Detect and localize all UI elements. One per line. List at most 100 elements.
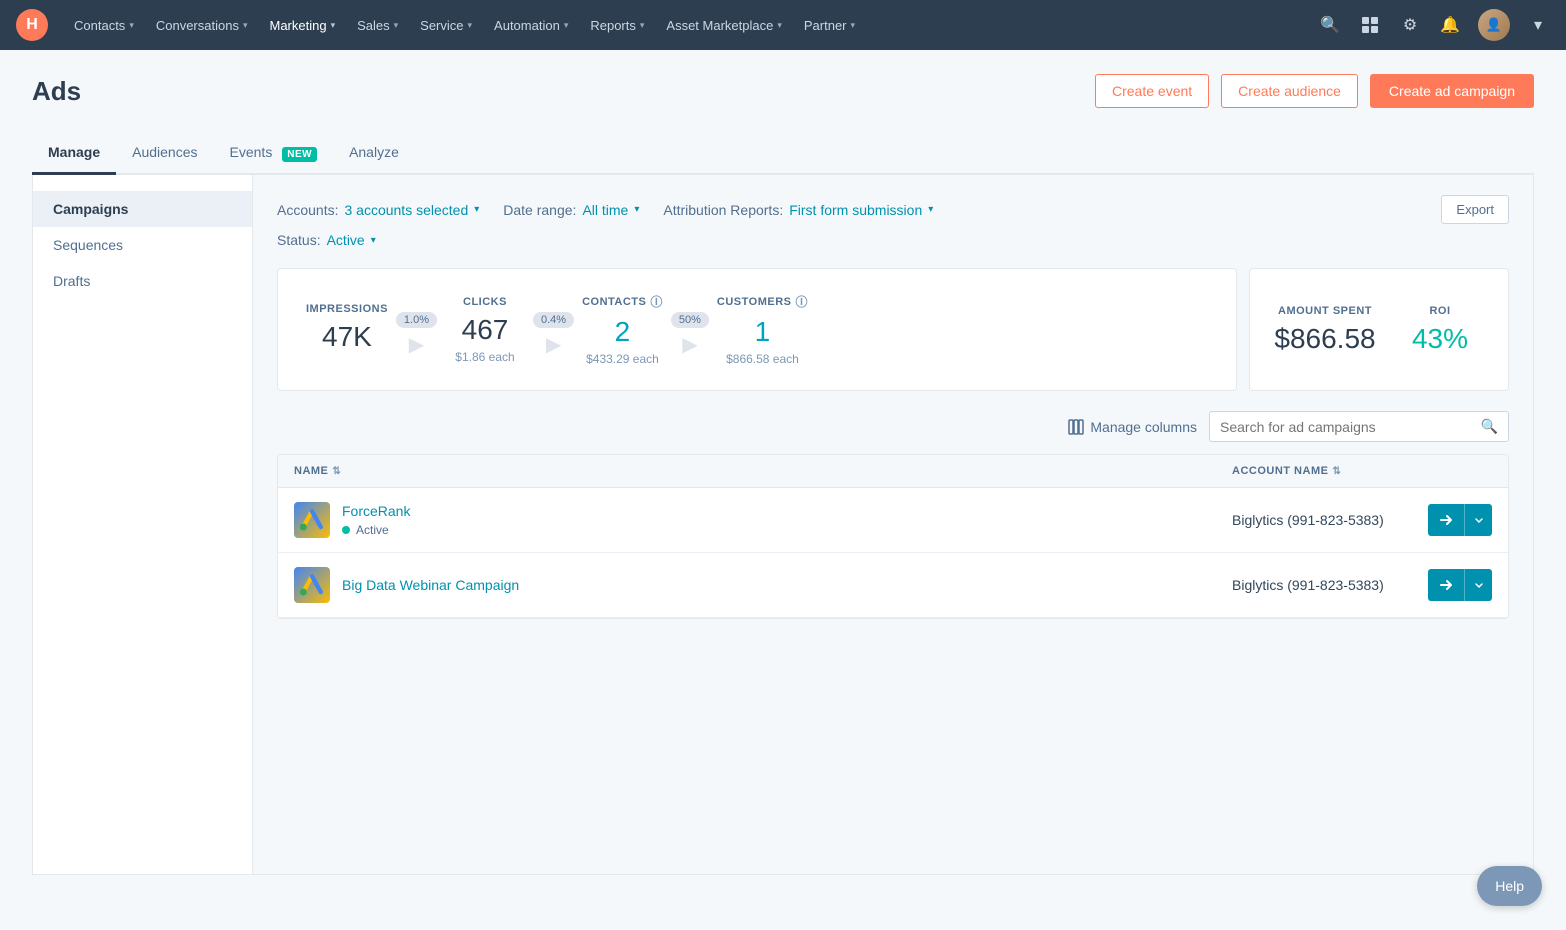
campaign-name-link[interactable]: ForceRank xyxy=(342,503,410,519)
row-action-dropdown[interactable] xyxy=(1464,569,1492,601)
row-action-button[interactable] xyxy=(1428,569,1464,601)
customers-value: 1 xyxy=(755,316,771,348)
tab-analyze[interactable]: Analyze xyxy=(333,132,415,175)
hubspot-logo[interactable]: H xyxy=(16,9,48,41)
settings-icon[interactable]: ⚙ xyxy=(1398,13,1422,37)
create-event-button[interactable]: Create event xyxy=(1095,74,1209,108)
search-icon[interactable]: 🔍 xyxy=(1318,13,1342,37)
contacts-value: 2 xyxy=(615,316,631,348)
account-chevron-icon[interactable]: ▾ xyxy=(1526,13,1550,37)
create-audience-button[interactable]: Create audience xyxy=(1221,74,1358,108)
accounts-filter-chevron[interactable]: ▾ xyxy=(474,204,479,215)
campaign-status: Active xyxy=(342,523,410,537)
clicks-stat: CLICKS 467 $1.86 each xyxy=(445,296,525,364)
accounts-filter-value[interactable]: 3 accounts selected xyxy=(344,202,468,218)
top-navigation: H Contacts ▾ Conversations ▾ Marketing ▾… xyxy=(0,0,1566,50)
google-ads-icon xyxy=(294,502,330,538)
contacts-stat: CONTACTS ⓘ 2 $433.29 each xyxy=(582,293,663,366)
sidebar-item-sequences[interactable]: Sequences xyxy=(33,227,252,263)
campaigns-table: NAME ⇅ ACCOUNT NAME ⇅ xyxy=(277,454,1509,619)
contacts-info-icon[interactable]: ⓘ xyxy=(650,293,663,310)
nav-automation[interactable]: Automation ▾ xyxy=(486,12,576,39)
table-header: NAME ⇅ ACCOUNT NAME ⇅ xyxy=(278,455,1508,488)
sort-icon[interactable]: ⇅ xyxy=(332,466,341,477)
main-panel: Accounts: 3 accounts selected▾ Date rang… xyxy=(253,175,1533,874)
table-toolbar: Manage columns 🔍 xyxy=(277,411,1509,442)
tabs: Manage Audiences Events NEW Analyze xyxy=(32,132,1534,175)
conversion-rate-1: 1.0% xyxy=(396,312,437,328)
chevron-down-icon: ▾ xyxy=(634,204,639,215)
google-ads-icon xyxy=(294,567,330,603)
chevron-down-icon: ▾ xyxy=(777,20,782,31)
roi-stat: ROI 43% xyxy=(1400,305,1480,355)
sidebar-item-drafts[interactable]: Drafts xyxy=(33,263,252,299)
filters-row-1: Accounts: 3 accounts selected▾ Date rang… xyxy=(277,195,1509,224)
date-range-value[interactable]: All time xyxy=(582,202,628,218)
row-action-button[interactable] xyxy=(1428,504,1464,536)
chevron-down-icon: ▾ xyxy=(640,20,645,31)
customers-stat: CUSTOMERS ⓘ 1 $866.58 each xyxy=(717,293,808,366)
impressions-label: IMPRESSIONS xyxy=(306,303,388,315)
chevron-down-icon: ▾ xyxy=(129,20,134,31)
nav-contacts[interactable]: Contacts ▾ xyxy=(66,12,142,39)
chevron-down-icon: ▾ xyxy=(468,20,473,31)
user-avatar[interactable]: 👤 xyxy=(1478,9,1510,41)
search-input[interactable] xyxy=(1220,419,1473,435)
nav-reports[interactable]: Reports ▾ xyxy=(582,12,652,39)
roi-label: ROI xyxy=(1429,305,1450,317)
chevron-down-icon: ▾ xyxy=(243,20,248,31)
export-button[interactable]: Export xyxy=(1441,195,1509,224)
chevron-down-icon: ▾ xyxy=(331,20,336,31)
date-range-chevron[interactable]: ▾ xyxy=(634,204,639,215)
chevron-down-icon: ▾ xyxy=(371,235,376,246)
row-action-group xyxy=(1428,569,1492,601)
sidebar-item-campaigns[interactable]: Campaigns xyxy=(33,191,252,227)
row-action-dropdown[interactable] xyxy=(1464,504,1492,536)
stats-row: IMPRESSIONS 47K 1.0% ▶ CLICKS 467 $1.86 … xyxy=(277,268,1509,391)
th-account: ACCOUNT NAME ⇅ xyxy=(1232,465,1492,477)
attribution-chevron[interactable]: ▾ xyxy=(928,204,933,215)
clicks-value: 467 xyxy=(462,314,509,346)
tab-events[interactable]: Events NEW xyxy=(214,132,334,175)
status-filter-chevron[interactable]: ▾ xyxy=(371,235,376,246)
search-box: 🔍 xyxy=(1209,411,1509,442)
help-button[interactable]: Help xyxy=(1477,866,1542,906)
arrow-right-icon: ▶ xyxy=(409,332,424,357)
manage-columns-button[interactable]: Manage columns xyxy=(1068,419,1197,435)
nav-conversations[interactable]: Conversations ▾ xyxy=(148,12,256,39)
campaign-name-col: ForceRank Active xyxy=(294,502,1232,538)
nav-service[interactable]: Service ▾ xyxy=(412,12,480,39)
status-filter-value[interactable]: Active xyxy=(327,232,365,248)
date-range-filter: Date range: All time ▾ xyxy=(503,202,639,218)
impressions-stat: IMPRESSIONS 47K xyxy=(306,303,388,357)
status-filter-row: Status: Active ▾ xyxy=(277,232,1509,248)
campaign-name-col: Big Data Webinar Campaign xyxy=(294,567,1232,603)
status-dot-active xyxy=(342,526,350,534)
chevron-down-icon: ▾ xyxy=(474,204,479,215)
create-campaign-button[interactable]: Create ad campaign xyxy=(1370,74,1534,108)
nav-marketing[interactable]: Marketing ▾ xyxy=(261,12,343,39)
campaign-name-link[interactable]: Big Data Webinar Campaign xyxy=(342,577,519,593)
notifications-icon[interactable]: 🔔 xyxy=(1438,13,1462,37)
nav-asset-marketplace[interactable]: Asset Marketplace ▾ xyxy=(658,12,789,39)
sort-icon[interactable]: ⇅ xyxy=(1332,466,1341,477)
customers-info-icon[interactable]: ⓘ xyxy=(796,293,809,310)
campaign-info: Big Data Webinar Campaign xyxy=(342,577,519,593)
amount-spent-label: AMOUNT SPENT xyxy=(1278,305,1372,317)
sidebar: Campaigns Sequences Drafts xyxy=(33,175,253,874)
tab-audiences[interactable]: Audiences xyxy=(116,132,213,175)
columns-icon xyxy=(1068,419,1084,435)
arrow-right-icon: ▶ xyxy=(546,332,561,357)
attribution-value[interactable]: First form submission xyxy=(789,202,922,218)
nav-partner[interactable]: Partner ▾ xyxy=(796,12,863,39)
page-header: Ads Create event Create audience Create … xyxy=(32,74,1534,108)
th-name: NAME ⇅ xyxy=(294,465,1232,477)
clicks-sub: $1.86 each xyxy=(455,350,514,364)
arrow-connector-1: 1.0% ▶ xyxy=(396,312,437,357)
nav-sales[interactable]: Sales ▾ xyxy=(349,12,406,39)
campaign-info: ForceRank Active xyxy=(342,503,410,537)
tab-manage[interactable]: Manage xyxy=(32,132,116,175)
arrow-connector-3: 50% ▶ xyxy=(671,312,709,357)
conversion-rate-2: 0.4% xyxy=(533,312,574,328)
marketplace-icon[interactable] xyxy=(1358,13,1382,37)
